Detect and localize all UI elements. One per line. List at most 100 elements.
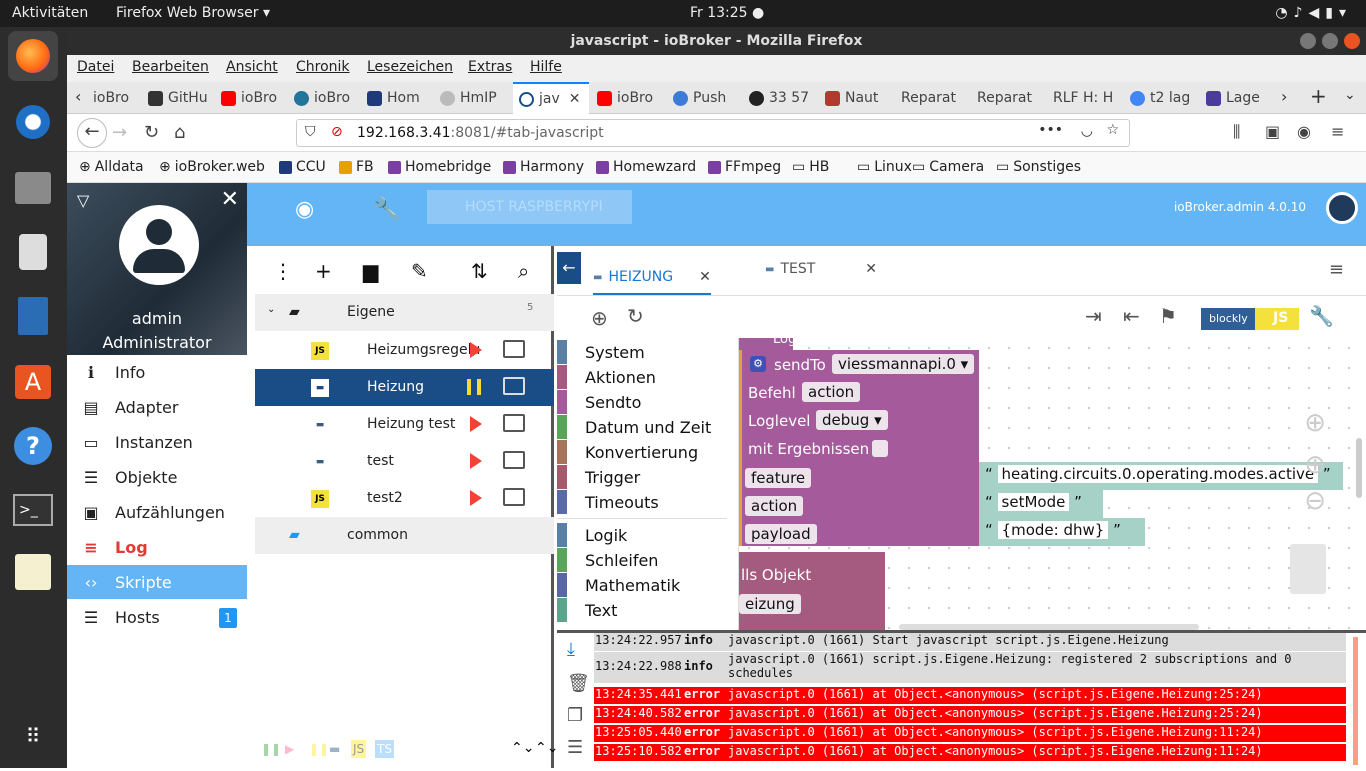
browser-tab[interactable]: Hom <box>361 82 434 114</box>
toolbox-category[interactable]: Schleifen <box>557 548 658 572</box>
terminal-icon[interactable]: >_ <box>8 485 58 535</box>
collapse-icon[interactable]: ⌄ <box>267 304 275 315</box>
tab-list-icon[interactable]: ⌄ <box>1344 87 1356 103</box>
zoom-out-icon[interactable]: ⊖ <box>1304 486 1326 516</box>
browser-tab[interactable]: ioBro <box>288 82 361 114</box>
debug-flag-icon[interactable]: ⚑ <box>1159 304 1177 328</box>
settings-wrench-icon[interactable]: 🔧 <box>1309 304 1334 328</box>
browser-tab[interactable]: HmIP <box>434 82 507 114</box>
back-button[interactable]: ← <box>77 118 107 148</box>
filter-js-icon[interactable]: JS <box>351 740 367 758</box>
more-vert-icon[interactable]: ⋮ <box>273 259 293 283</box>
browser-tab[interactable]: Lage <box>1200 82 1273 114</box>
browser-tab[interactable]: GitHu <box>142 82 215 114</box>
bookmark-star-icon[interactable]: ☆ <box>1106 122 1119 138</box>
menu-bearbeiten[interactable]: Bearbeiten <box>132 59 209 75</box>
export-icon[interactable] <box>503 414 525 432</box>
instance-dropdown[interactable]: viessmannapi.0 ▾ <box>832 354 975 374</box>
edit-icon[interactable]: ✎ <box>411 259 428 283</box>
play-icon[interactable] <box>470 416 482 432</box>
gear-icon[interactable]: ⚙ <box>750 356 766 372</box>
collapse-tree-button[interactable]: ← <box>557 252 581 284</box>
bookmark[interactable]: CCU <box>279 159 326 175</box>
filter-paused-icon[interactable]: ❚❚ <box>309 742 329 756</box>
home-button[interactable]: ⌂ <box>174 122 185 143</box>
url-field[interactable]: ⛉ ⊘ 192.168.3.41:8081/#tab-javascript ••… <box>296 119 1130 147</box>
menu-hilfe[interactable]: Hilfe <box>530 59 562 75</box>
close-editor-tab-icon[interactable]: ✕ <box>699 269 711 285</box>
export-icon[interactable] <box>503 451 525 469</box>
browser-tab[interactable]: ioBro <box>87 82 142 114</box>
nav-log[interactable]: ≡ Log <box>67 530 247 564</box>
tree-script[interactable]: ▬ test <box>255 443 554 480</box>
toolbox-category[interactable]: Logik <box>557 523 627 547</box>
toolbox-category[interactable]: Trigger <box>557 465 640 489</box>
search-icon[interactable]: ⌕ <box>518 259 529 283</box>
toolbox-category[interactable]: Konvertierung <box>557 440 698 464</box>
close-window-button[interactable] <box>1344 33 1360 49</box>
scroll-down-icon[interactable]: ⤓ <box>567 639 575 660</box>
tab-menu-icon[interactable]: ≡ <box>1329 259 1344 280</box>
bookmark[interactable]: FB <box>339 159 374 175</box>
browser-tab[interactable]: 33 57 <box>743 82 816 114</box>
tree-folder-common[interactable]: ▰ common <box>255 517 554 554</box>
scroll-tabs-left-icon[interactable]: ‹ <box>75 87 81 106</box>
string-block[interactable]: “ {mode: dhw} ” <box>979 518 1145 546</box>
bookmark-folder[interactable]: ▭ Linux <box>857 159 912 175</box>
filter-running-icon[interactable]: ❚❚ <box>261 742 281 756</box>
bookmark-folder[interactable]: ▭ HB <box>792 159 829 175</box>
export-blocks-icon[interactable]: ⇥ <box>1085 304 1102 328</box>
toolbox-category[interactable]: Aktionen <box>557 365 656 389</box>
tree-script[interactable]: ▬ Heizung test <box>255 406 554 443</box>
text-editor-icon[interactable] <box>8 547 58 597</box>
sendto-block[interactable]: ⚙ sendTo viessmannapi.0 ▾ Befehl action … <box>739 350 979 546</box>
locate-icon[interactable]: ⊕ <box>591 306 608 330</box>
tree-script-selected[interactable]: ▬ Heizung <box>255 369 554 406</box>
nav-instanzen[interactable]: ▭ Instanzen <box>67 425 247 459</box>
loglevel-dropdown[interactable]: debug ▾ <box>816 410 888 430</box>
eye-icon[interactable]: ◉ <box>295 197 314 222</box>
filter-ts-icon[interactable]: TS <box>375 740 394 758</box>
toolbox-category[interactable]: Mathematik <box>557 573 680 597</box>
editor-tab-heizung[interactable]: ▬ HEIZUNG ✕ <box>593 261 711 295</box>
menu-chronik[interactable]: Chronik <box>296 59 350 75</box>
bookmark-folder[interactable]: ▭ Sonstiges <box>996 159 1081 175</box>
bookmark[interactable]: Homebridge <box>388 159 491 175</box>
nav-aufzaehlungen[interactable]: ▣ Aufzählungen <box>67 495 247 529</box>
browser-tab[interactable]: t2 lag <box>1124 82 1197 114</box>
trash-icon[interactable] <box>1290 544 1326 594</box>
files-icon[interactable] <box>8 163 58 213</box>
reload-button[interactable]: ↻ <box>144 122 159 143</box>
lower-block-field[interactable]: eizung <box>739 594 801 614</box>
mode-toggle[interactable]: blockly JS <box>1201 308 1299 330</box>
play-icon[interactable] <box>470 490 482 506</box>
param-key[interactable]: feature <box>745 468 812 488</box>
caret-down-icon[interactable]: ▽ <box>77 191 89 210</box>
mit-ergebnissen-checkbox[interactable] <box>872 440 888 457</box>
play-icon[interactable] <box>470 453 482 469</box>
export-icon[interactable] <box>503 377 525 395</box>
menu-lesezeichen[interactable]: Lesezeichen <box>367 59 453 75</box>
vertical-scrollbar[interactable] <box>1356 438 1362 498</box>
close-drawer-icon[interactable]: ✕ <box>221 187 239 212</box>
string-block[interactable]: “ setMode ” <box>979 490 1103 518</box>
export-icon[interactable] <box>503 488 525 506</box>
nav-objekte[interactable]: ☰ Objekte <box>67 460 247 494</box>
filter-blockly-icon[interactable]: ▬ <box>329 742 340 756</box>
log-filter-icon[interactable]: ☰ <box>567 737 583 758</box>
nav-info[interactable]: ℹ Info <box>67 355 247 389</box>
clock[interactable]: Fr 13:25 ● <box>690 5 764 21</box>
zoom-reset-icon[interactable]: ⊕ <box>1304 408 1326 438</box>
library-icon[interactable]: ⫼ <box>1233 122 1240 142</box>
close-editor-tab-icon[interactable]: ✕ <box>865 261 877 277</box>
bookmark[interactable]: Harmony <box>503 159 584 175</box>
menu-datei[interactable]: Datei <box>77 59 114 75</box>
minimize-button[interactable] <box>1300 33 1316 49</box>
add-folder-icon[interactable]: ▆ <box>363 259 378 283</box>
nav-skripte[interactable]: ‹› Skripte <box>67 565 247 599</box>
app-menu[interactable]: Firefox Web Browser ▾ <box>116 5 270 21</box>
export-icon[interactable] <box>503 340 525 358</box>
bookmark-folder[interactable]: ▭ Camera <box>912 159 984 175</box>
log-scrollbar[interactable] <box>1353 637 1358 765</box>
filter-stopped-icon[interactable]: ▶ <box>285 742 294 756</box>
